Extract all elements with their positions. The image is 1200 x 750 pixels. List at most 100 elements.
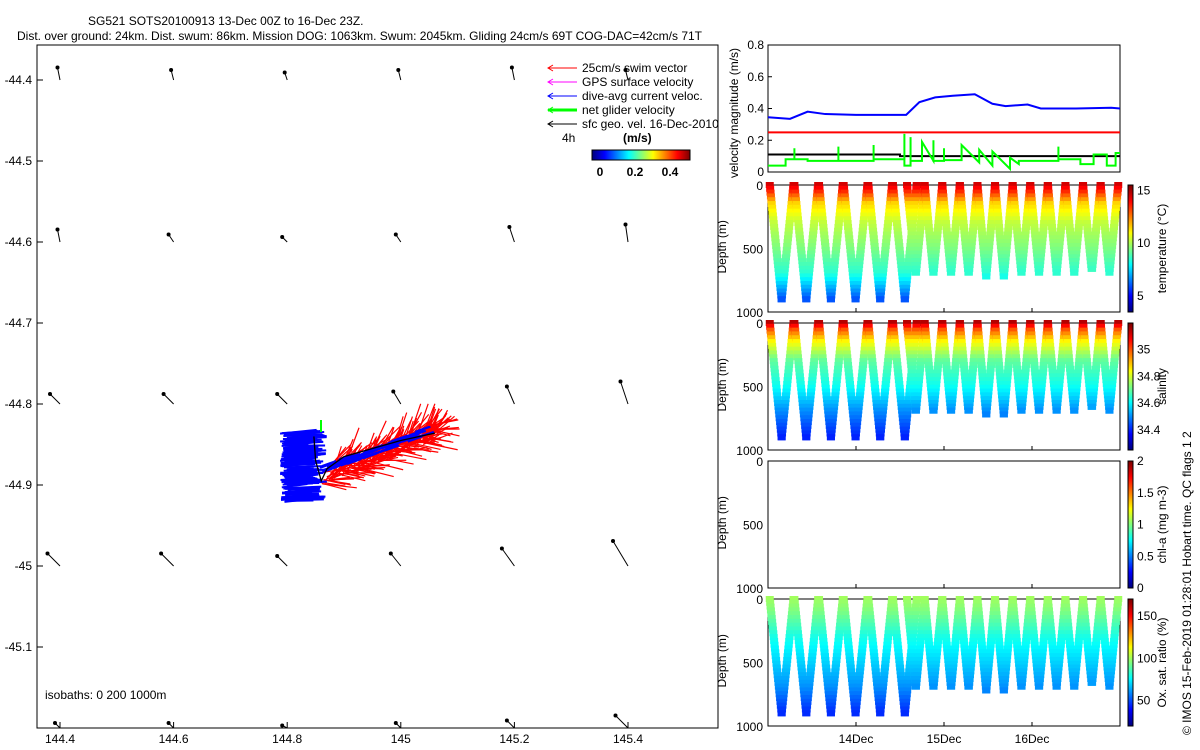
colorbar-tick-label: 2 bbox=[1137, 454, 1144, 468]
colorbar-label: (m/s) bbox=[623, 131, 652, 145]
legend-label: dive-avg current veloc. bbox=[582, 89, 703, 103]
sfc-geo-velocity-arrowhead bbox=[159, 551, 164, 556]
legend-label: GPS surface velocity bbox=[582, 75, 693, 89]
sfc-geo-velocity-arrowhead bbox=[504, 718, 509, 723]
colorbar-tick-label: 50 bbox=[1137, 694, 1151, 708]
profile-point bbox=[802, 434, 811, 441]
profile-point bbox=[911, 269, 920, 276]
legend: 25cm/s swim vectorGPS surface velocitydi… bbox=[547, 61, 719, 179]
sfc-geo-velocity-arrowhead bbox=[507, 225, 512, 229]
dive-avg-current-vector bbox=[286, 467, 314, 471]
isobaths-label: isobaths: 0 200 1000m bbox=[45, 688, 166, 702]
profile-point bbox=[999, 411, 1008, 418]
sfc-geo-velocity-arrowhead bbox=[396, 68, 401, 72]
profile-point bbox=[802, 710, 811, 717]
y-axis-label: Depth (m) bbox=[715, 634, 729, 687]
y-tick-label: 0.8 bbox=[747, 38, 764, 52]
profile-point bbox=[929, 683, 938, 690]
y-tick-label: -45 bbox=[15, 559, 33, 573]
profile-point bbox=[826, 710, 835, 717]
profile-point bbox=[876, 434, 885, 441]
profile-point bbox=[1035, 269, 1044, 276]
sfc-geo-velocity-arrowhead bbox=[282, 70, 287, 75]
y-axis-label: Depth (m) bbox=[715, 358, 729, 411]
velocity-series-line bbox=[767, 93, 1121, 120]
colorbar-label: salinity bbox=[1155, 368, 1169, 405]
y-tick-label: -44.6 bbox=[5, 235, 33, 249]
x-tick-label: 144.6 bbox=[159, 732, 189, 746]
sfc-geo-velocity-arrowhead bbox=[504, 384, 509, 389]
swim-vector bbox=[396, 453, 427, 461]
profile-point bbox=[777, 434, 786, 441]
sfc-geo-velocity-arrowhead bbox=[275, 392, 280, 396]
y-axis-label: velocity magnitude (m/s) bbox=[727, 48, 741, 178]
sfc-geo-velocity-arrowhead bbox=[275, 554, 280, 558]
profile-point bbox=[876, 710, 885, 717]
profile-point bbox=[947, 407, 956, 414]
y-tick-label: -44.5 bbox=[5, 154, 33, 168]
profile-point bbox=[982, 411, 991, 418]
colorbar-tick-label: 1 bbox=[1137, 518, 1144, 532]
colorbar-tick-label: 34.4 bbox=[1137, 423, 1161, 437]
colorbar-tick-label: 0 bbox=[1137, 581, 1144, 595]
y-tick-label: 0.4 bbox=[747, 102, 764, 116]
profile-point bbox=[900, 296, 909, 303]
dive-avg-current-vector bbox=[285, 494, 320, 498]
y-tick-label: 0 bbox=[756, 179, 763, 193]
legend-label: net glider velocity bbox=[582, 103, 675, 117]
profile-point bbox=[1017, 407, 1026, 414]
sfc-geo-velocity-arrowhead bbox=[166, 232, 171, 237]
profile-point bbox=[911, 683, 920, 690]
profile-point bbox=[1070, 407, 1079, 414]
sfc-geo-velocity-arrowhead bbox=[611, 539, 615, 543]
profile-point bbox=[1035, 407, 1044, 414]
velocity-series-line bbox=[768, 133, 1120, 172]
x-tick-label: 145.2 bbox=[499, 732, 529, 746]
y-tick-label: 500 bbox=[743, 381, 763, 395]
sfc-geo-velocity-arrow bbox=[612, 540, 629, 567]
x-tick-label: 16Dec bbox=[1015, 732, 1050, 746]
sfc-geo-velocity-arrowhead bbox=[166, 721, 171, 725]
sfc-geo-velocity-arrowhead bbox=[48, 392, 52, 396]
profile-point bbox=[999, 687, 1008, 694]
y-tick-label: 0 bbox=[757, 165, 764, 179]
y-tick-label: 0.6 bbox=[747, 70, 764, 84]
profile-point bbox=[851, 434, 860, 441]
sfc-geo-velocity-arrowhead bbox=[55, 227, 60, 232]
x-tick-label: 145.4 bbox=[613, 732, 643, 746]
figure: 144.4 144.6 144.8 145 145.2 145.4 -44.4 -44.5 -4… bbox=[5, 38, 1194, 746]
sfc-geo-velocity-arrowhead bbox=[161, 392, 166, 396]
x-tick-label: 144.8 bbox=[272, 732, 302, 746]
sfc-geo-velocity-arrowhead bbox=[393, 232, 398, 237]
sfc-geo-velocity-arrow bbox=[276, 393, 288, 405]
colorbar-tick-label: 0.2 bbox=[627, 165, 644, 179]
profile-panels: 05001000Depth (m)51015temperature (°C)05… bbox=[715, 179, 1169, 746]
y-tick-label: -45.1 bbox=[5, 640, 33, 654]
y-tick-label: 0 bbox=[756, 317, 763, 331]
profile-panel: 05001000Depth (m)34.434.634.835salinity bbox=[715, 317, 1169, 458]
profile-point bbox=[1088, 265, 1097, 272]
colorbar-label: temperature (°C) bbox=[1155, 204, 1169, 294]
sfc-geo-velocity-arrow bbox=[620, 381, 629, 405]
profile-point bbox=[929, 407, 938, 414]
profile-point bbox=[1017, 269, 1026, 276]
x-tick-label: 15Dec bbox=[927, 732, 962, 746]
profile-panel: 05001000Depth (m)51015temperature (°C) bbox=[715, 179, 1169, 320]
profile-point bbox=[947, 683, 956, 690]
profile-point bbox=[1017, 683, 1026, 690]
sfc-geo-velocity-arrowhead bbox=[623, 222, 628, 227]
x-tick-label: 145 bbox=[391, 732, 411, 746]
sfc-geo-velocity-arrow bbox=[49, 393, 61, 405]
colorbar-tick-label: 15 bbox=[1137, 183, 1151, 197]
colorbar-tick-label: 10 bbox=[1137, 236, 1151, 250]
profile-panel: 05001000Depth (m)00.511.52chl-a (mg m-3) bbox=[715, 454, 1169, 596]
profile-point bbox=[1105, 269, 1114, 276]
y-tick-label: -44.4 bbox=[5, 73, 33, 87]
x-tick-label: 14Dec bbox=[839, 732, 874, 746]
sfc-geo-velocity-arrowhead bbox=[499, 546, 504, 551]
sfc-geo-velocity-arrowhead bbox=[280, 723, 285, 728]
profile-point bbox=[900, 710, 909, 717]
sfc-geo-velocity-arrow bbox=[501, 548, 515, 567]
profile-point bbox=[1070, 683, 1079, 690]
profile-point bbox=[929, 269, 938, 276]
